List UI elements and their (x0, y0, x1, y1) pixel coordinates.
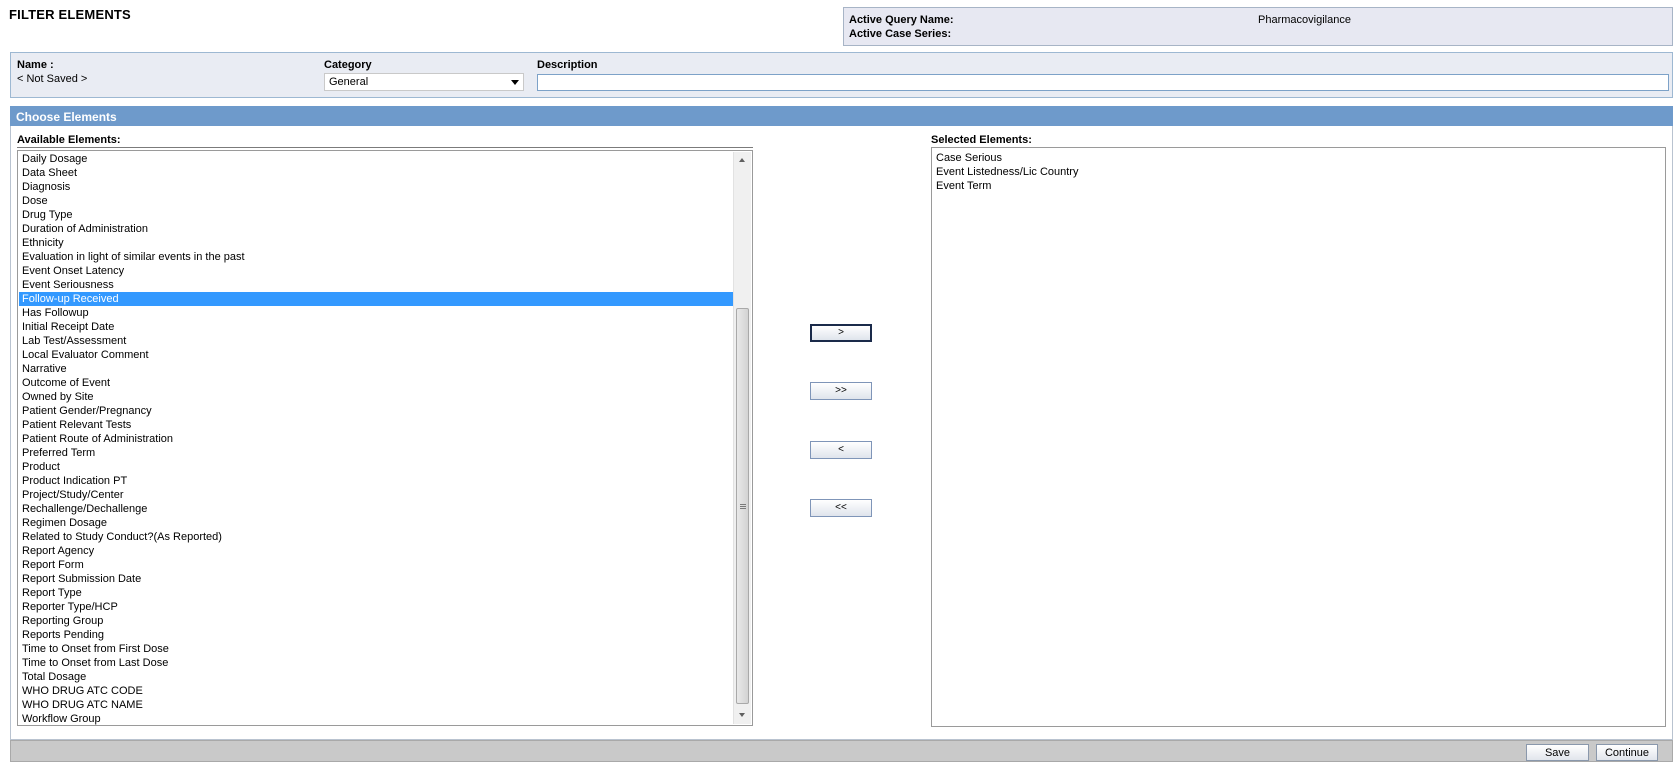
available-element-item[interactable]: Report Agency (19, 544, 733, 558)
available-element-item[interactable]: Regimen Dosage (19, 516, 733, 530)
available-element-item[interactable]: Owned by Site (19, 390, 733, 404)
description-input[interactable] (537, 74, 1669, 91)
available-element-item[interactable]: Narrative (19, 362, 733, 376)
available-element-item[interactable]: Drug Type (19, 208, 733, 222)
available-element-item[interactable]: Time to Onset from Last Dose (19, 656, 733, 670)
scroll-down-arrow-icon[interactable] (734, 707, 751, 724)
available-elements-label: Available Elements: (17, 134, 121, 146)
available-elements-items: Daily Dosage Data Sheet Diagnosis Dose Drug … (19, 152, 733, 725)
available-element-item[interactable]: Patient Route of Administration (19, 432, 733, 446)
available-element-item[interactable]: Time to Onset from First Dose (19, 642, 733, 656)
available-element-item[interactable]: Report Submission Date (19, 572, 733, 586)
available-element-item[interactable]: Report Form (19, 558, 733, 572)
save-button[interactable]: Save (1526, 744, 1589, 761)
available-element-item[interactable]: Ethnicity (19, 236, 733, 250)
grip-line (740, 504, 746, 505)
available-element-item[interactable]: Report Type (19, 586, 733, 600)
page-title: FILTER ELEMENTS (9, 7, 131, 22)
available-element-item[interactable]: Reporter Type/HCP (19, 600, 733, 614)
available-element-item[interactable]: Evaluation in light of similar events in… (19, 250, 733, 264)
available-element-item[interactable]: Data Sheet (19, 166, 733, 180)
continue-button[interactable]: Continue (1596, 744, 1658, 761)
available-element-item[interactable]: Project/Study/Center (19, 488, 733, 502)
available-element-item[interactable]: Preferred Term (19, 446, 733, 460)
available-element-item[interactable]: Lab Test/Assessment (19, 334, 733, 348)
scroll-up-arrow-icon[interactable] (734, 152, 751, 169)
available-element-item[interactable]: Daily Dosage (19, 152, 733, 166)
selected-elements-list[interactable]: Case Serious Event Listedness/Lic Country… (931, 147, 1666, 727)
available-element-item[interactable]: WHO DRUG ATC CODE (19, 684, 733, 698)
active-query-box: Active Query Name: Pharmacovigilance Act… (843, 7, 1673, 46)
selected-element-item[interactable]: Case Serious (933, 151, 1078, 165)
available-element-item[interactable]: Local Evaluator Comment (19, 348, 733, 362)
available-list-scrollbar[interactable] (733, 152, 751, 724)
filter-info-panel: Name : < Not Saved > Category General De… (10, 52, 1673, 98)
available-element-item[interactable]: WHO DRUG ATC NAME (19, 698, 733, 712)
available-elements-divider (17, 147, 753, 148)
category-selected-value: General (329, 76, 369, 88)
available-element-item[interactable]: Product (19, 460, 733, 474)
description-label: Description (537, 59, 598, 71)
available-element-item[interactable]: Total Dosage (19, 670, 733, 684)
chevron-down-icon (511, 80, 519, 85)
selected-elements-label: Selected Elements: (931, 134, 1032, 146)
available-element-item[interactable]: Patient Relevant Tests (19, 418, 733, 432)
active-case-series-label: Active Case Series: (849, 28, 952, 40)
name-value: < Not Saved > (17, 73, 88, 85)
active-query-label: Active Query Name: (849, 14, 954, 26)
selected-elements-items: Case Serious Event Listedness/Lic Country… (933, 151, 1078, 193)
available-element-item[interactable]: Product Indication PT (19, 474, 733, 488)
grip-line (740, 506, 746, 507)
available-element-item[interactable]: Event Onset Latency (19, 264, 733, 278)
available-elements-list[interactable]: Daily Dosage Data Sheet Diagnosis Dose Drug … (17, 150, 753, 726)
available-element-item[interactable]: Outcome of Event (19, 376, 733, 390)
available-element-item[interactable]: Has Followup (19, 306, 733, 320)
remove-all-elements-button[interactable]: << (810, 499, 872, 517)
available-element-item[interactable]: Initial Receipt Date (19, 320, 733, 334)
add-element-button[interactable]: > (810, 324, 872, 342)
name-label: Name : (17, 59, 54, 71)
available-element-item[interactable]: Dose (19, 194, 733, 208)
available-element-item[interactable]: Related to Study Conduct?(As Reported) (19, 530, 733, 544)
available-element-item[interactable]: Reports Pending (19, 628, 733, 642)
scrollbar-thumb[interactable] (736, 308, 749, 704)
add-all-elements-button[interactable]: >> (810, 382, 872, 400)
available-element-item[interactable]: Event Seriousness (19, 278, 733, 292)
available-element-item[interactable]: Diagnosis (19, 180, 733, 194)
remove-element-button[interactable]: < (810, 441, 872, 459)
category-select[interactable]: General (324, 73, 524, 91)
choose-elements-header: Choose Elements (10, 106, 1673, 126)
selected-element-item[interactable]: Event Listedness/Lic Country (933, 165, 1078, 179)
available-element-item[interactable]: Reporting Group (19, 614, 733, 628)
active-query-value: Pharmacovigilance (1258, 14, 1351, 26)
grip-line (740, 508, 746, 509)
available-element-item[interactable]: Rechallenge/Dechallenge (19, 502, 733, 516)
available-element-item[interactable]: Patient Gender/Pregnancy (19, 404, 733, 418)
available-element-item[interactable]: Follow-up Received (19, 292, 733, 306)
selected-element-item[interactable]: Event Term (933, 179, 1078, 193)
available-element-item[interactable]: Workflow Group (19, 712, 733, 725)
available-element-item[interactable]: Duration of Administration (19, 222, 733, 236)
footer-bar: Save Continue (10, 740, 1673, 762)
category-label: Category (324, 59, 372, 71)
